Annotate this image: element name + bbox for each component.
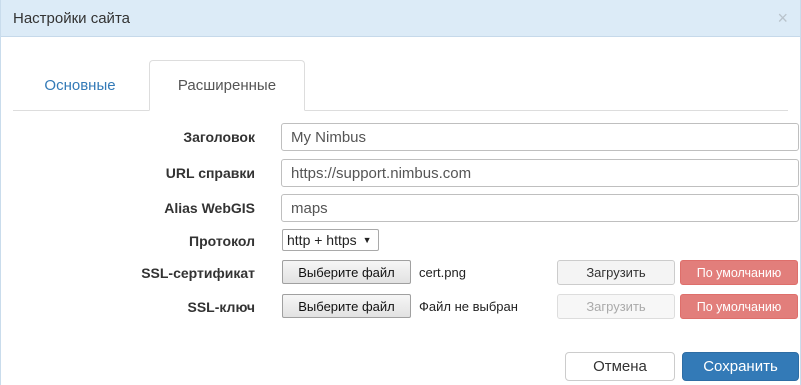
help-url-label: URL справки	[165, 165, 255, 181]
protocol-select-value: http + https	[287, 232, 357, 248]
tab-bar: Основные Расширенные	[13, 60, 788, 111]
alias-label: Alias WebGIS	[164, 200, 255, 216]
ssl-cert-default-button[interactable]: По умолчанию	[680, 260, 798, 285]
cancel-button[interactable]: Отмена	[565, 352, 675, 381]
save-button[interactable]: Сохранить	[682, 352, 799, 381]
ssl-cert-choose-button[interactable]: Выберите файл	[282, 260, 411, 284]
dialog-title: Настройки сайта	[13, 9, 130, 27]
tab-basic[interactable]: Основные	[29, 60, 131, 110]
close-icon[interactable]: ×	[777, 9, 788, 27]
ssl-key-filename: Файл не выбран	[419, 299, 518, 314]
protocol-label: Протокол	[189, 233, 255, 249]
tab-advanced[interactable]: Расширенные	[149, 60, 305, 111]
ssl-cert-upload-button[interactable]: Загрузить	[557, 260, 675, 285]
alias-input[interactable]	[281, 194, 799, 222]
dialog-titlebar: Настройки сайта ×	[1, 0, 800, 37]
ssl-key-choose-button[interactable]: Выберите файл	[282, 294, 411, 318]
ssl-key-default-button[interactable]: По умолчанию	[680, 294, 798, 319]
protocol-select[interactable]: http + https ▼	[282, 229, 379, 251]
title-input[interactable]	[281, 123, 799, 151]
ssl-cert-filename: cert.png	[419, 265, 466, 280]
help-url-input[interactable]	[281, 159, 799, 187]
title-label: Заголовок	[183, 129, 255, 145]
ssl-cert-label: SSL-сертификат	[141, 265, 255, 281]
chevron-down-icon: ▼	[362, 235, 372, 245]
ssl-key-label: SSL-ключ	[187, 299, 255, 315]
site-settings-dialog: Настройки сайта × Основные Расширенные З…	[0, 0, 801, 385]
ssl-key-upload-button[interactable]: Загрузить	[557, 294, 675, 319]
